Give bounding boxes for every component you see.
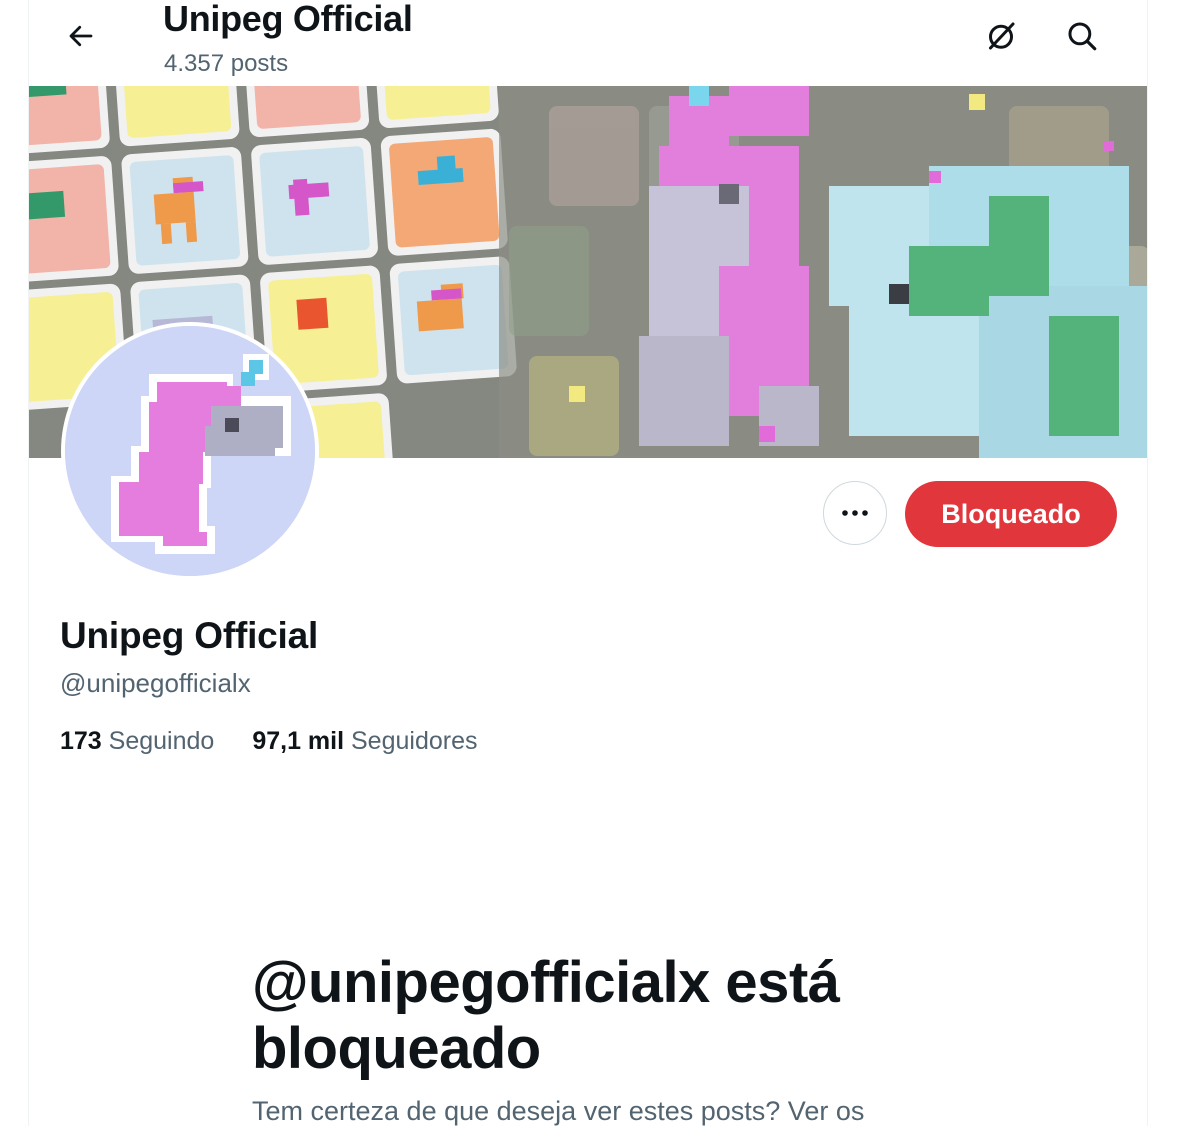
header-title: Unipeg Official [163,0,413,40]
unicorn-avatar-icon [65,326,315,576]
more-options-button[interactable] [823,481,887,545]
blocked-button[interactable]: Bloqueado [905,481,1117,547]
followers-count: 97,1 mil [252,727,351,755]
top-bar: Unipeg Official 4.357 posts [29,0,1147,86]
profile-column: Unipeg Official 4.357 posts [28,0,1148,1126]
blocked-notice-description: Tem certeza de que deseja ver estes post… [252,1096,972,1127]
header-posts-count: 4.357 posts [164,50,288,78]
following-label: Seguindo [109,727,215,755]
more-horizontal-icon [841,508,869,518]
following-count: 173 [60,727,109,755]
grok-button[interactable] [979,14,1023,58]
avatar-image [65,326,315,576]
avatar[interactable] [61,322,319,580]
profile-stats: 173 Seguindo 97,1 mil Seguidores [60,727,477,756]
followers-label: Seguidores [351,727,477,755]
search-icon [1065,19,1099,53]
arrow-left-icon [66,21,96,51]
blocked-notice-title: @unipegofficialx está bloqueado [252,950,972,1082]
grok-slash-icon [983,18,1019,54]
profile-handle: @unipegofficialx [60,668,251,699]
search-button[interactable] [1060,14,1104,58]
back-button[interactable] [59,14,103,58]
profile-name: Unipeg Official [60,615,318,657]
followers-link[interactable]: 97,1 mil Seguidores [252,727,477,756]
following-link[interactable]: 173 Seguindo [60,727,214,756]
